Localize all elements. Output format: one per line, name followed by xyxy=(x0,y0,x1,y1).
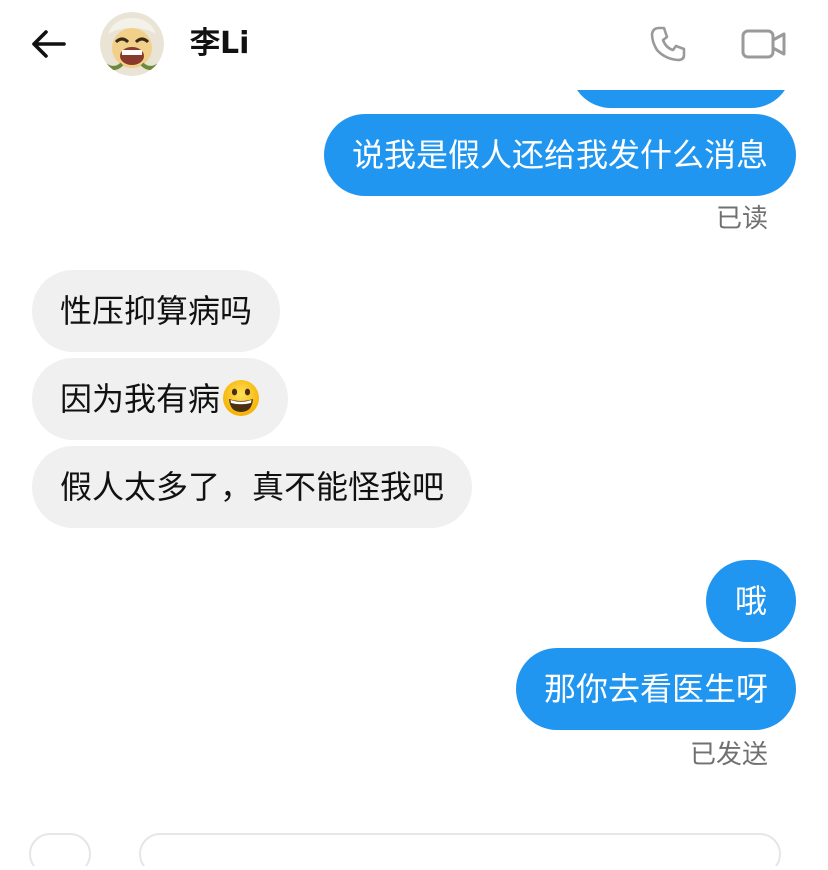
message-bubble-incoming[interactable]: 性压抑算病吗 xyxy=(32,270,281,352)
message-bubble-incoming[interactable]: 因为我有病 xyxy=(32,358,289,440)
message-text: 说我是假人还给我发什么消息 xyxy=(351,136,768,174)
back-arrow-icon xyxy=(32,30,66,58)
video-call-button[interactable] xyxy=(738,20,790,68)
message-bubble-incoming[interactable]: 假人太多了，真不能怪我吧 xyxy=(32,446,473,528)
message-bubble-outgoing[interactable]: 哦 xyxy=(706,560,796,642)
chat-header: 李Li xyxy=(0,0,828,90)
message-text: 因为我有病 xyxy=(60,380,221,418)
cartoon-avatar-icon xyxy=(100,12,164,76)
message-composer xyxy=(0,826,828,870)
message-text: 性压抑算病吗 xyxy=(60,292,253,330)
message-text: 假人太多了，真不能怪我吧 xyxy=(60,468,445,506)
read-status: 已读 xyxy=(715,204,768,234)
avatar[interactable] xyxy=(100,12,164,76)
grinning-face-emoji-icon xyxy=(223,380,260,416)
video-camera-icon xyxy=(741,29,786,59)
contact-name[interactable]: 李Li xyxy=(190,26,249,62)
sent-status: 已发送 xyxy=(689,740,768,770)
message-bubble-outgoing[interactable]: 那你去看医生呀 xyxy=(515,648,796,730)
message-text: 那你去看医生呀 xyxy=(543,670,768,708)
voice-call-button[interactable] xyxy=(644,20,692,68)
message-text: 哦 xyxy=(734,582,767,620)
message-bubble-outgoing[interactable]: 说我是假人还给我发什么消息 xyxy=(323,114,796,196)
back-button[interactable] xyxy=(26,24,70,64)
phone-icon xyxy=(650,26,686,62)
